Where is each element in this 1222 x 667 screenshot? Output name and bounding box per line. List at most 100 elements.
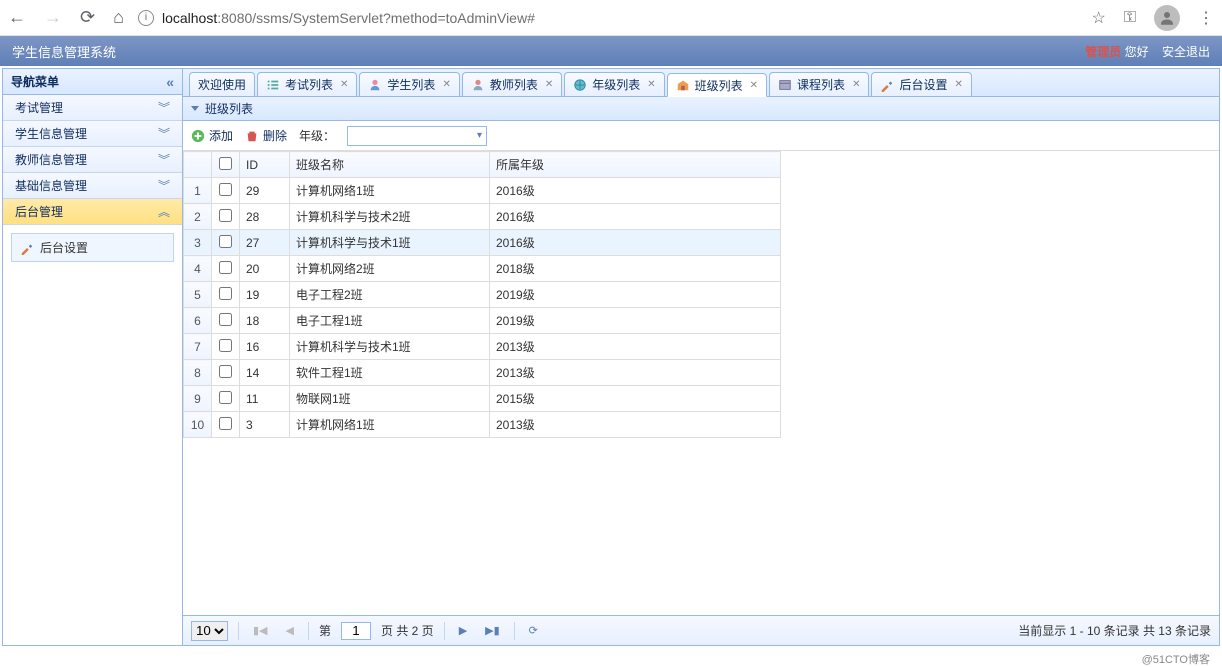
last-page-button[interactable]: ▶▮	[481, 622, 504, 639]
row-checkbox[interactable]	[219, 209, 232, 222]
row-checkbox[interactable]	[219, 391, 232, 404]
refresh-button[interactable]: ⟳	[525, 622, 542, 639]
name-cell: 电子工程1班	[290, 308, 490, 334]
key-icon[interactable]: ⚿	[1124, 9, 1136, 27]
table-row[interactable]: 9 11 物联网1班 2015级	[184, 386, 781, 412]
star-icon[interactable]: ☆	[1091, 8, 1105, 28]
check-cell[interactable]	[212, 334, 240, 360]
close-icon[interactable]: ✕	[647, 79, 655, 90]
logout-link[interactable]: 安全退出	[1162, 45, 1210, 59]
close-icon[interactable]: ✕	[852, 79, 860, 90]
add-button[interactable]: 添加	[191, 127, 233, 144]
chevron-up-icon: ︽	[158, 203, 170, 220]
tab-学生列表[interactable]: 学生列表✕	[359, 72, 459, 96]
forward-icon[interactable]: →	[44, 7, 62, 28]
info-icon[interactable]: i	[138, 10, 154, 26]
collapse-icon[interactable]: «	[166, 74, 174, 90]
row-checkbox[interactable]	[219, 313, 232, 326]
admin-label: 管理员	[1085, 45, 1121, 59]
check-all[interactable]	[219, 157, 232, 170]
list-icon	[266, 78, 280, 92]
sidebar-item-label: 教师信息管理	[15, 151, 87, 168]
rownum-cell: 4	[184, 256, 212, 282]
col-id[interactable]: ID	[240, 152, 290, 178]
check-cell[interactable]	[212, 412, 240, 438]
tab-考试列表[interactable]: 考试列表✕	[257, 72, 357, 96]
prev-page-button[interactable]: ◀	[282, 622, 298, 639]
close-icon[interactable]: ✕	[545, 79, 553, 90]
grade-combobox[interactable]: ▾	[347, 126, 487, 146]
check-cell[interactable]	[212, 386, 240, 412]
tab-欢迎使用[interactable]: 欢迎使用	[189, 72, 255, 96]
watermark: @51CTO博客	[0, 648, 1222, 667]
menu-icon[interactable]: ⋮	[1198, 8, 1214, 28]
col-name[interactable]: 班级名称	[290, 152, 490, 178]
page-size-select[interactable]: 10	[191, 621, 228, 641]
check-cell[interactable]	[212, 230, 240, 256]
row-checkbox[interactable]	[219, 287, 232, 300]
chevron-down-icon: ︾	[158, 99, 170, 116]
app-title: 学生信息管理系统	[12, 42, 116, 61]
tab-年级列表[interactable]: 年级列表✕	[564, 72, 664, 96]
row-checkbox[interactable]	[219, 235, 232, 248]
col-grade[interactable]: 所属年级	[490, 152, 781, 178]
address-bar[interactable]: i localhost:8080/ssms/SystemServlet?meth…	[138, 10, 1078, 26]
row-checkbox[interactable]	[219, 365, 232, 378]
pager-status: 当前显示 1 - 10 条记录 共 13 条记录	[1018, 622, 1211, 639]
table-row[interactable]: 7 16 计算机科学与技术1班 2013级	[184, 334, 781, 360]
first-page-button[interactable]: ▮◀	[249, 622, 272, 639]
table-row[interactable]: 5 19 电子工程2班 2019级	[184, 282, 781, 308]
close-icon[interactable]: ✕	[954, 79, 962, 90]
row-checkbox[interactable]	[219, 417, 232, 430]
sidebar-accordion-item[interactable]: 教师信息管理︾	[3, 147, 182, 173]
sidebar-accordion-item[interactable]: 基础信息管理︾	[3, 173, 182, 199]
sidebar-accordion-item[interactable]: 后台管理︽	[3, 199, 182, 225]
avatar[interactable]	[1154, 5, 1180, 31]
delete-button[interactable]: 删除	[245, 127, 287, 144]
col-check-all[interactable]	[212, 152, 240, 178]
class-table: ID 班级名称 所属年级 1 29 计算机网络1班 2016级 2 28 计算机…	[183, 151, 781, 438]
table-row[interactable]: 8 14 软件工程1班 2013级	[184, 360, 781, 386]
table-row[interactable]: 3 27 计算机科学与技术1班 2016级	[184, 230, 781, 256]
tab-课程列表[interactable]: 课程列表 ✕	[769, 72, 869, 96]
sidebar-accordion-item[interactable]: 学生信息管理︾	[3, 121, 182, 147]
back-icon[interactable]: ←	[8, 7, 26, 28]
grade-label: 年级：	[299, 127, 335, 144]
tab-后台设置[interactable]: 后台设置✕	[871, 72, 971, 96]
rownum-cell: 5	[184, 282, 212, 308]
check-cell[interactable]	[212, 360, 240, 386]
tab-label: 课程列表	[797, 76, 845, 93]
fold-icon[interactable]	[191, 106, 199, 111]
check-cell[interactable]	[212, 256, 240, 282]
tab-班级列表[interactable]: 班级列表✕	[667, 73, 767, 97]
close-icon[interactable]: ✕	[340, 79, 348, 90]
next-page-button[interactable]: ▶	[455, 622, 471, 639]
check-cell[interactable]	[212, 308, 240, 334]
table-row[interactable]: 4 20 计算机网络2班 2018级	[184, 256, 781, 282]
row-checkbox[interactable]	[219, 183, 232, 196]
row-checkbox[interactable]	[219, 339, 232, 352]
tab-教师列表[interactable]: 教师列表✕	[462, 72, 562, 96]
close-icon[interactable]: ✕	[442, 79, 450, 90]
check-cell[interactable]	[212, 282, 240, 308]
sidebar-accordion-item[interactable]: 考试管理︾	[3, 95, 182, 121]
reload-icon[interactable]: ⟳	[80, 7, 95, 28]
rownum-cell: 3	[184, 230, 212, 256]
rownum-cell: 2	[184, 204, 212, 230]
name-cell: 计算机科学与技术2班	[290, 204, 490, 230]
sidebar-item-backend-settings[interactable]: 后台设置	[11, 233, 174, 262]
table-row[interactable]: 6 18 电子工程1班 2019级	[184, 308, 781, 334]
check-cell[interactable]	[212, 204, 240, 230]
row-checkbox[interactable]	[219, 261, 232, 274]
check-cell[interactable]	[212, 178, 240, 204]
table-row[interactable]: 10 3 计算机网络1班 2013级	[184, 412, 781, 438]
home-icon[interactable]: ⌂	[113, 7, 124, 28]
grade-cell: 2013级	[490, 360, 781, 386]
table-row[interactable]: 2 28 计算机科学与技术2班 2016级	[184, 204, 781, 230]
page-input[interactable]	[341, 622, 371, 640]
rownum-cell: 8	[184, 360, 212, 386]
close-icon[interactable]: ✕	[750, 80, 758, 91]
id-cell: 16	[240, 334, 290, 360]
table-row[interactable]: 1 29 计算机网络1班 2016级	[184, 178, 781, 204]
settings-icon	[20, 241, 34, 255]
